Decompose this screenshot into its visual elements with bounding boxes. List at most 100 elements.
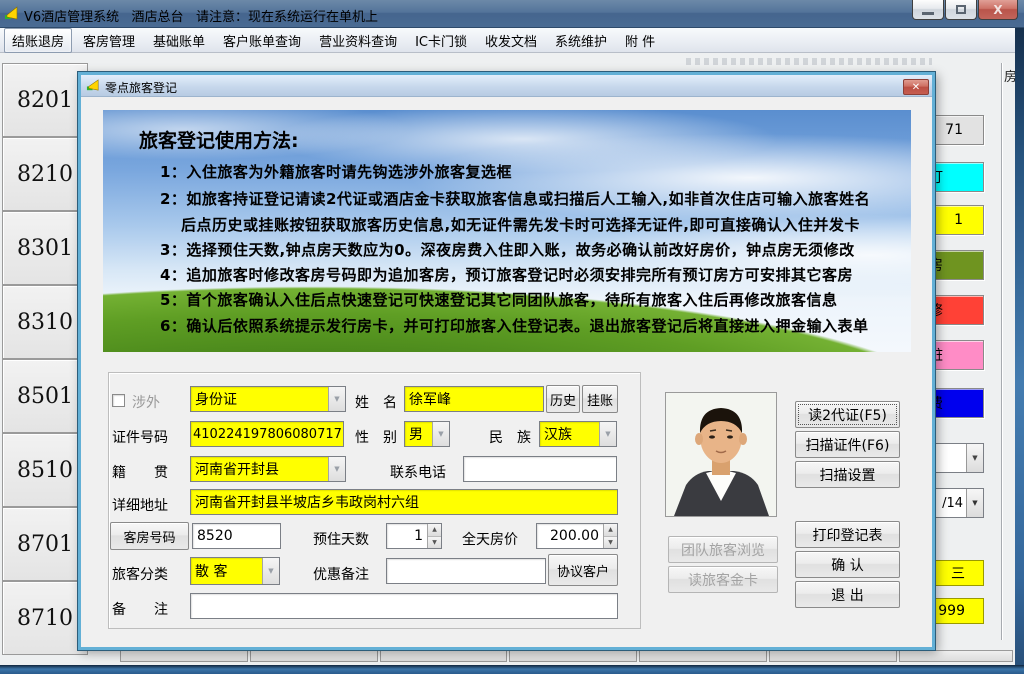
scan-setup-button[interactable]: 扫描设置	[795, 461, 900, 488]
bottom-segment[interactable]	[250, 650, 378, 662]
guest-photo-image	[666, 393, 776, 516]
instruction-line: 2：如旅客持证登记请读2代证或酒店金卡获取旅客信息或扫描后人工输入,如非首次住店…	[160, 188, 870, 209]
room-button-8201[interactable]: 8201	[2, 63, 88, 137]
minimize-icon	[922, 12, 934, 15]
name-input[interactable]: 徐军峰	[404, 386, 544, 412]
chevron-down-icon[interactable]: ▼	[328, 387, 345, 411]
chevron-down-icon[interactable]: ▼	[966, 489, 983, 517]
origin-label: 籍 贯	[112, 462, 168, 482]
menu-item-rooms[interactable]: 客房管理	[76, 29, 142, 52]
address-label: 详细地址	[112, 495, 168, 515]
chevron-down-icon[interactable]: ▼	[966, 444, 983, 472]
chevron-down-icon[interactable]: ▼	[328, 457, 345, 481]
room-button-8210[interactable]: 8210	[2, 137, 88, 211]
menu-item-ic-lock[interactable]: IC卡门锁	[408, 29, 474, 52]
close-button[interactable]: X	[978, 0, 1018, 20]
spin-up-icon[interactable]: ▲	[604, 524, 617, 537]
close-icon: X	[993, 3, 1002, 17]
phone-input[interactable]	[463, 456, 617, 482]
instruction-banner: 旅客登记使用方法: 1：入住旅客为外籍旅客时请先钩选涉外旅客复选框 2：如旅客持…	[103, 110, 911, 352]
menu-item-base-bill[interactable]: 基础账单	[146, 29, 212, 52]
close-icon: ✕	[912, 82, 920, 93]
category-combo[interactable]: 散 客 ▼	[190, 557, 280, 585]
discount-input[interactable]	[386, 558, 546, 584]
origin-combo[interactable]: 河南省开封县 ▼	[190, 456, 346, 482]
agreement-customer-button[interactable]: 协议客户	[548, 554, 618, 586]
right-panel-divider	[1001, 63, 1002, 640]
menu-bar: 结账退房 客房管理 基础账单 客户账单查询 营业资料查询 IC卡门锁 收发文档 …	[0, 28, 1024, 53]
covered-text-strip	[686, 58, 932, 65]
dialog-titlebar: 零点旅客登记 ✕	[81, 75, 932, 97]
read-gold-card-button[interactable]: 读旅客金卡	[668, 566, 778, 593]
history-button[interactable]: 历史	[546, 385, 580, 413]
print-form-button[interactable]: 打印登记表	[795, 521, 900, 548]
bottom-segment[interactable]	[899, 650, 1013, 662]
menu-item-documents[interactable]: 收发文档	[478, 29, 544, 52]
address-input[interactable]: 河南省开封县半坡店乡韦政岗村六组	[190, 489, 618, 515]
bottom-segment[interactable]	[380, 650, 507, 662]
phone-label: 联系电话	[390, 462, 446, 482]
instruction-line: 后点历史或挂账按钮获取旅客历史信息,如无证件需先发卡时可选择无证件,即可直接确认…	[181, 214, 860, 235]
spin-up-icon[interactable]: ▲	[428, 524, 441, 537]
cert-no-label: 证件号码	[112, 427, 168, 447]
remark-input[interactable]	[190, 593, 618, 619]
menu-item-customer-bill[interactable]: 客户账单查询	[216, 29, 308, 52]
menu-item-business-data[interactable]: 营业资料查询	[312, 29, 404, 52]
menu-item-checkout[interactable]: 结账退房	[4, 28, 72, 53]
price-stepper[interactable]: 200.00 ▲▼	[536, 523, 618, 549]
maximize-button[interactable]	[945, 0, 977, 20]
days-label: 预住天数	[313, 529, 369, 549]
menu-item-attachments[interactable]: 附 件	[618, 29, 662, 52]
dialog-close-button[interactable]: ✕	[903, 79, 929, 95]
chevron-down-icon[interactable]: ▼	[599, 422, 616, 446]
window-title: V6酒店管理系统 酒店总台 请注意：现在系统运行在单机上	[24, 6, 378, 25]
chevron-down-icon[interactable]: ▼	[432, 422, 449, 446]
category-label: 旅客分类	[112, 564, 168, 584]
dialog-icon	[86, 78, 101, 93]
room-button-8710[interactable]: 8710	[2, 581, 88, 655]
room-button-8301[interactable]: 8301	[2, 211, 88, 285]
room-button-8310[interactable]: 8310	[2, 285, 88, 359]
window-bottom-border	[0, 665, 1024, 674]
discount-label: 优惠备注	[313, 564, 369, 584]
menu-item-maintenance[interactable]: 系统维护	[548, 29, 614, 52]
read-id-card-button[interactable]: 读2代证(F5)	[795, 401, 900, 428]
main-titlebar: V6酒店管理系统 酒店总台 请注意：现在系统运行在单机上 X	[0, 0, 1024, 28]
instruction-line: 1：入住旅客为外籍旅客时请先钩选涉外旅客复选框	[160, 161, 512, 182]
confirm-button[interactable]: 确 认	[795, 551, 900, 578]
group-browse-button[interactable]: 团队旅客浏览	[668, 536, 778, 563]
spin-down-icon[interactable]: ▼	[428, 537, 441, 549]
app-icon	[4, 5, 20, 21]
room-button-8701[interactable]: 8701	[2, 507, 88, 581]
guest-registration-dialog: 零点旅客登记 ✕ 旅客登记使用方法: 1：入住旅客为外籍旅客时请先钩选涉外旅客复…	[78, 72, 935, 650]
days-stepper[interactable]: 1 ▲▼	[386, 523, 442, 549]
room-no-input[interactable]: 8520	[192, 523, 281, 549]
chevron-down-icon[interactable]: ▼	[262, 558, 279, 584]
bottom-segment[interactable]	[769, 650, 897, 662]
scan-cert-button[interactable]: 扫描证件(F6)	[795, 431, 900, 458]
page-root: { "window": { "title": "V6酒店管理系统 酒店总台 请注…	[0, 0, 1024, 674]
foreign-label: 涉外	[132, 392, 160, 412]
window-right-border	[1015, 28, 1024, 674]
cert-type-combo[interactable]: 身份证 ▼	[190, 386, 346, 412]
gender-label: 性 别	[355, 427, 397, 447]
credit-button[interactable]: 挂账	[582, 385, 618, 413]
room-button-8510[interactable]: 8510	[2, 433, 88, 507]
bottom-segment[interactable]	[639, 650, 767, 662]
gender-combo[interactable]: 男 ▼	[404, 421, 450, 447]
room-button-8501[interactable]: 8501	[2, 359, 88, 433]
cert-no-input[interactable]: 410224197806080717	[190, 421, 344, 447]
spin-down-icon[interactable]: ▼	[604, 537, 617, 549]
instruction-line: 4：追加旅客时修改客房号码即为追加客房，预订旅客登记时必须安排完所有预订房方可安…	[160, 264, 853, 285]
bottom-segment[interactable]	[120, 650, 248, 662]
foreign-checkbox[interactable]	[112, 394, 125, 407]
dialog-title: 零点旅客登记	[105, 79, 177, 96]
ethnic-combo[interactable]: 汉族 ▼	[539, 421, 617, 447]
instruction-line: 3：选择预住天数,钟点房天数应为0。深夜房费入住即入账，故务必确认前改好房价，钟…	[160, 239, 855, 260]
exit-button[interactable]: 退 出	[795, 581, 900, 608]
room-no-button[interactable]: 客房号码	[110, 522, 189, 550]
bottom-segment[interactable]	[509, 650, 637, 662]
name-label: 姓 名	[355, 392, 397, 412]
guest-photo	[665, 392, 777, 517]
minimize-button[interactable]	[912, 0, 944, 20]
